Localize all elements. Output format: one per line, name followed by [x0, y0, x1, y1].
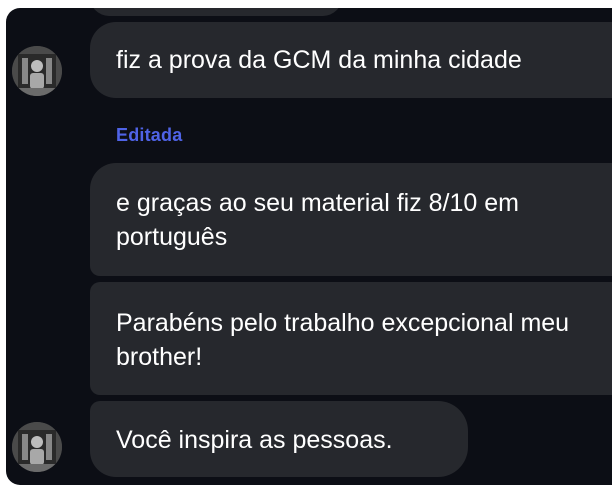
edited-label: Editada [116, 125, 183, 145]
message-bubble[interactable]: Você inspira as pessoas. [90, 401, 468, 477]
chat-thread: fiz a prova da GCM da minha cidade Edita… [6, 8, 612, 485]
message-bubble[interactable]: Parabéns pelo trabalho excepcional meu b… [90, 282, 612, 395]
message-text: Você inspira as pessoas. [116, 426, 393, 454]
sender-avatar[interactable] [12, 46, 62, 96]
user-avatar-icon [12, 422, 62, 472]
sender-avatar[interactable] [12, 422, 62, 472]
message-bubble-partial[interactable] [90, 8, 342, 16]
message-text: e graças ao seu material fiz 8/10 em por… [116, 189, 519, 251]
message-text: fiz a prova da GCM da minha cidade [116, 46, 522, 74]
message-bubble[interactable]: e graças ao seu material fiz 8/10 em por… [90, 163, 612, 276]
user-avatar-icon [12, 46, 62, 96]
message-bubble[interactable]: fiz a prova da GCM da minha cidade [90, 22, 612, 98]
message-text: Parabéns pelo trabalho excepcional meu b… [116, 309, 570, 371]
